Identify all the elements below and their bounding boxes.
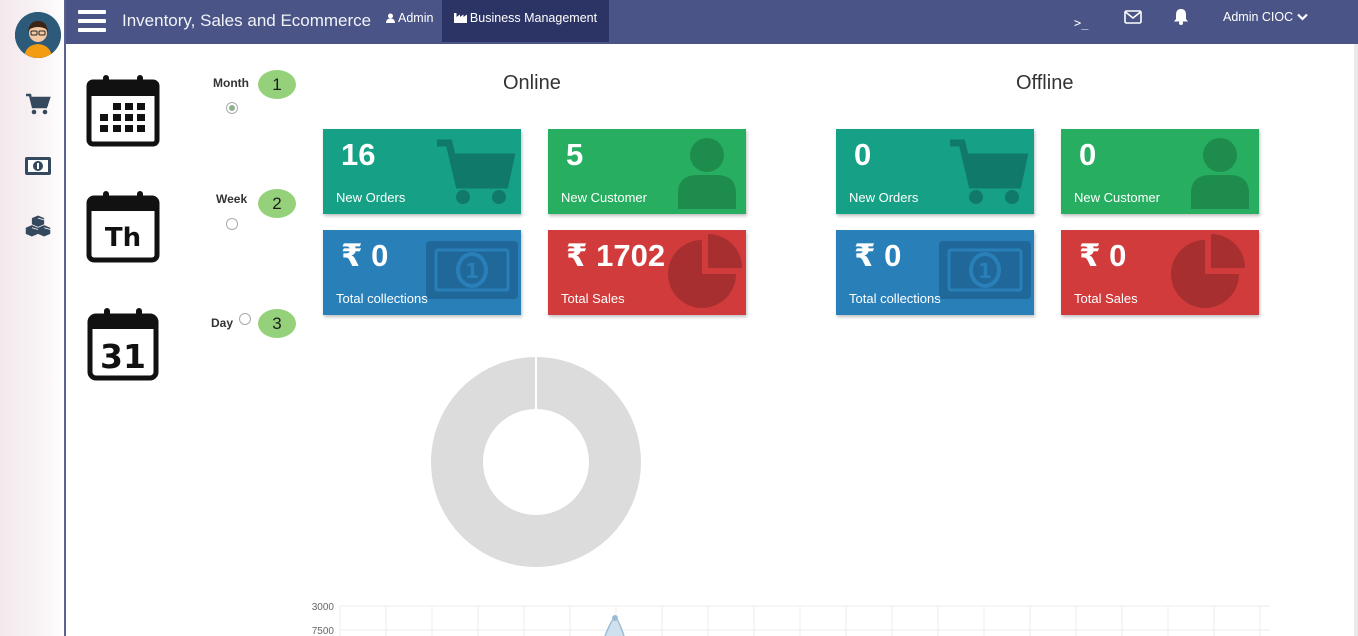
money-icon: 1: [426, 241, 518, 299]
step-badge-1: 1: [258, 70, 296, 99]
svg-text:1: 1: [465, 259, 479, 283]
step-badge-3: 3: [258, 309, 296, 338]
top-navbar: Inventory, Sales and Ecommerce Admin Bus…: [66, 0, 1358, 44]
calendar-day-text: 31: [100, 337, 146, 376]
period-day-label: Day: [211, 316, 234, 330]
page-scrollbar[interactable]: [1354, 44, 1358, 636]
cart-icon[interactable]: [24, 92, 52, 116]
online-total-collections-value: ₹ 0: [341, 238, 389, 273]
money-icon: 1: [939, 241, 1031, 299]
menu-toggle-icon[interactable]: [78, 8, 108, 34]
y-tick-label: 7500: [312, 626, 335, 636]
calendar-month-icon: [86, 75, 160, 147]
online-new-customer-value: 5: [566, 137, 584, 172]
calendar-week-text: Th: [105, 223, 141, 253]
online-new-orders-value: 16: [341, 137, 376, 172]
pie-chart-icon: [1171, 234, 1245, 308]
user-icon: [1191, 138, 1249, 209]
cart-icon: [950, 139, 1028, 204]
chevron-down-icon: [1296, 13, 1308, 21]
nav-business-label: Business Management: [469, 11, 598, 25]
user-menu[interactable]: Admin CIOC: [1223, 0, 1308, 34]
offline-total-sales-card[interactable]: ₹ 0 Total Sales: [1061, 230, 1259, 315]
online-new-customer-card[interactable]: 5 New Customer: [548, 129, 746, 214]
money-icon[interactable]: [24, 154, 52, 178]
offline-new-orders-value: 0: [854, 137, 872, 172]
nav-admin-label: Admin: [398, 11, 434, 25]
offline-total-collections-value: ₹ 0: [854, 238, 902, 273]
user-icon: [386, 13, 395, 23]
online-total-sales-label: Total Sales: [561, 291, 625, 306]
chart-grid: [339, 605, 1270, 636]
offline-new-customer-label: New Customer: [1074, 190, 1160, 205]
period-week-radio[interactable]: [226, 218, 238, 230]
industry-icon: [453, 13, 467, 23]
user-icon: [678, 138, 736, 209]
pie-chart-icon: [668, 234, 742, 308]
svg-text:1: 1: [978, 259, 992, 283]
online-title: Online: [503, 72, 561, 94]
left-sidebar: [0, 0, 66, 636]
app-title: Inventory, Sales and Ecommerce: [122, 11, 372, 30]
step-badge-2: 2: [258, 189, 296, 218]
calendar-week-icon: Th: [86, 191, 160, 263]
calendar-day-icon: 31: [87, 308, 159, 381]
online-new-orders-label: New Orders: [336, 190, 406, 205]
offline-title: Offline: [1016, 72, 1074, 94]
period-week-label: Week: [216, 192, 248, 206]
offline-new-orders-card[interactable]: 0 New Orders: [836, 129, 1034, 214]
online-new-customer-label: New Customer: [561, 190, 647, 205]
nav-admin[interactable]: Admin: [380, 0, 439, 42]
sales-line-chart: 3000 7500: [312, 602, 1270, 636]
y-tick-label: 3000: [312, 602, 335, 613]
user-menu-label: Admin CIOC: [1223, 10, 1294, 24]
offline-total-collections-card[interactable]: 1 ₹ 0 Total collections: [836, 230, 1034, 315]
line-series-point: [612, 615, 618, 621]
user-avatar[interactable]: [15, 12, 61, 58]
offline-new-customer-card[interactable]: 0 New Customer: [1061, 129, 1259, 214]
sales-donut-chart: [431, 356, 641, 567]
terminal-icon[interactable]: >_: [1074, 16, 1088, 30]
period-day-radio[interactable]: [239, 313, 251, 325]
bell-icon[interactable]: [1173, 8, 1189, 25]
online-total-collections-label: Total collections: [336, 291, 428, 306]
offline-new-customer-value: 0: [1079, 137, 1097, 172]
online-total-collections-card[interactable]: 1 ₹ 0 Total collections: [323, 230, 521, 315]
cubes-icon[interactable]: [24, 214, 52, 238]
offline-total-sales-label: Total Sales: [1074, 291, 1138, 306]
offline-new-orders-label: New Orders: [849, 190, 919, 205]
online-total-sales-value: ₹ 1702: [566, 238, 666, 273]
online-total-sales-card[interactable]: ₹ 1702 Total Sales: [548, 230, 746, 315]
cart-icon: [437, 139, 515, 204]
offline-total-collections-label: Total collections: [849, 291, 941, 306]
online-new-orders-card[interactable]: 16 New Orders: [323, 129, 521, 214]
envelope-icon[interactable]: [1124, 10, 1142, 24]
nav-business-management[interactable]: Business Management: [442, 0, 609, 42]
offline-total-sales-value: ₹ 0: [1079, 238, 1127, 273]
period-month-radio[interactable]: [226, 102, 238, 114]
period-month-label: Month: [213, 76, 249, 90]
